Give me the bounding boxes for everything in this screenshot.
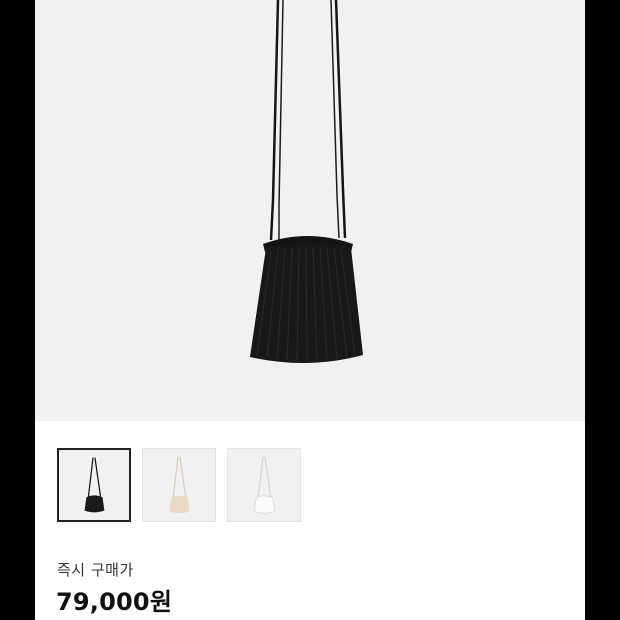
- thumb-black-bag-icon: [84, 457, 105, 513]
- product-hero-image[interactable]: [35, 0, 585, 421]
- thumb-beige-bag-icon: [169, 456, 190, 514]
- product-page: 즉시 구매가 79,000원: [35, 0, 585, 620]
- bag-illustration: [250, 0, 363, 364]
- instant-buy-price-label: 즉시 구매가: [57, 561, 134, 579]
- thumbnail-beige[interactable]: [142, 448, 216, 522]
- thumbnail-black[interactable]: [57, 448, 131, 522]
- thumb-white-bag-icon: [253, 456, 276, 514]
- thumbnail-strip: [57, 448, 301, 522]
- thumbnail-white[interactable]: [227, 448, 301, 522]
- instant-buy-price: 79,000원: [56, 588, 173, 616]
